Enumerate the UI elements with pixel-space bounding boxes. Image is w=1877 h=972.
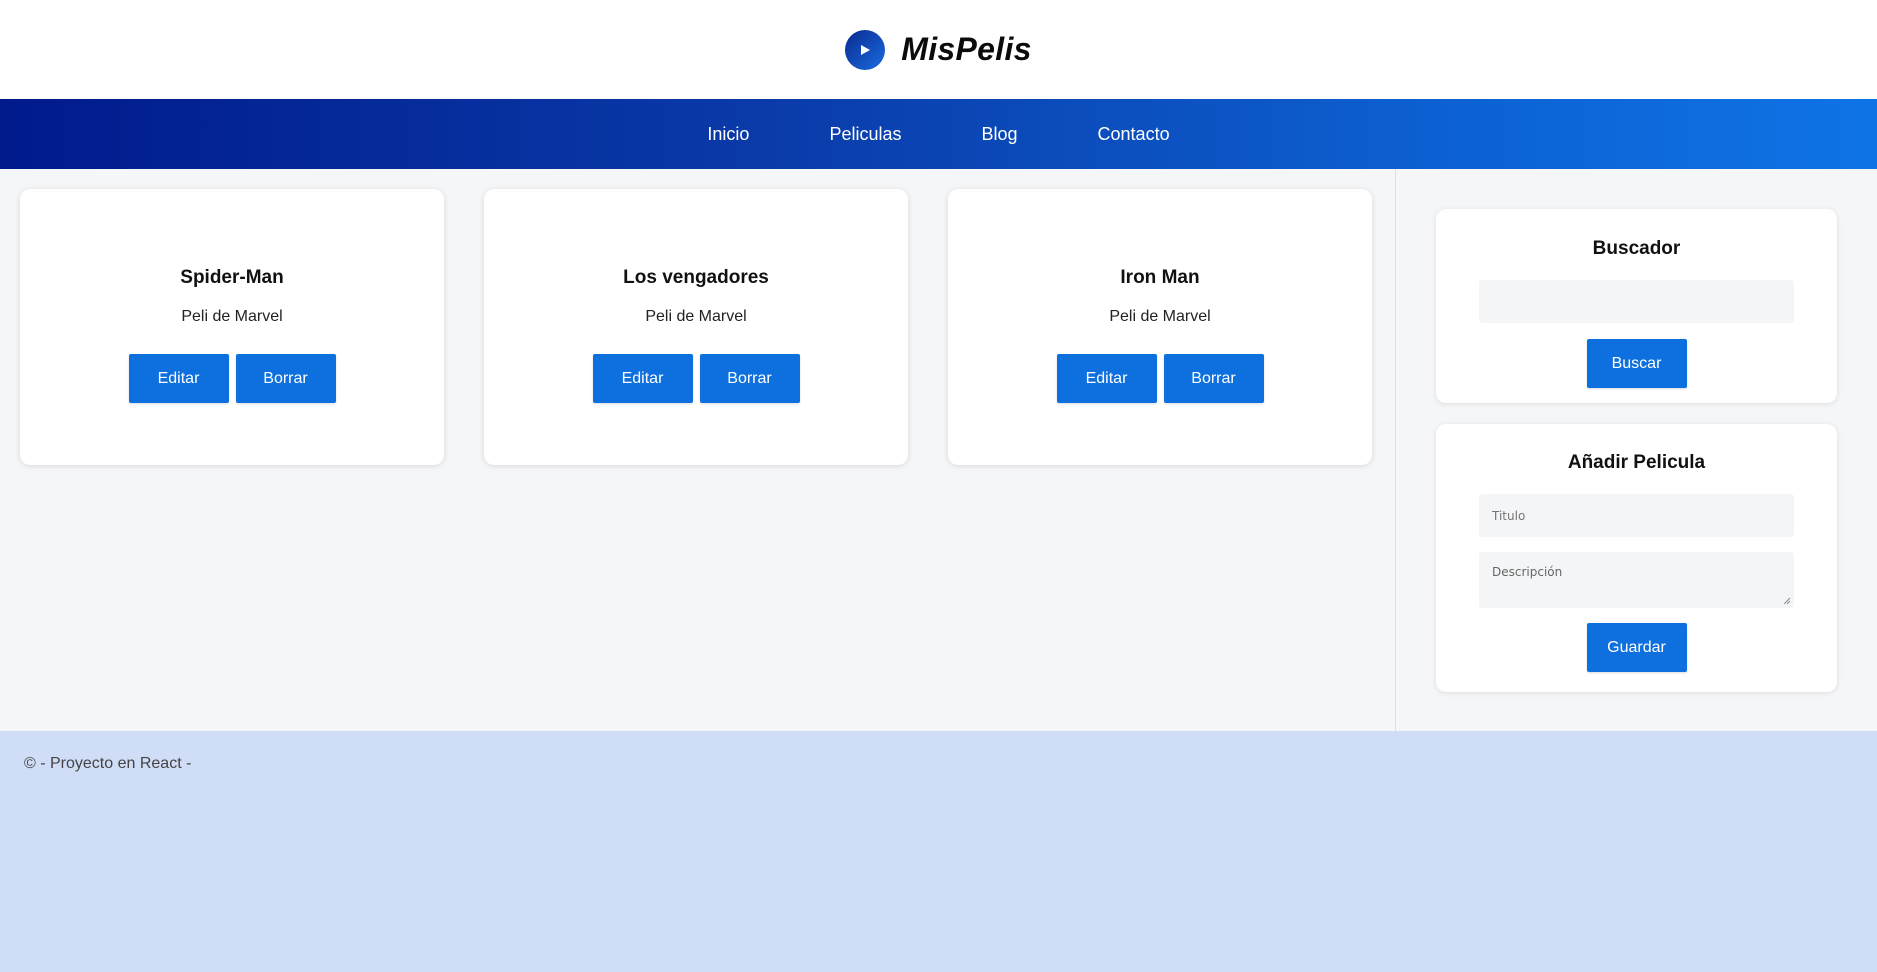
movie-description: Peli de Marvel — [1109, 308, 1211, 325]
edit-button[interactable]: Editar — [592, 354, 693, 403]
resize-grip-icon[interactable] — [1783, 597, 1791, 605]
search-button[interactable]: Buscar — [1586, 339, 1687, 388]
movie-description: Peli de Marvel — [181, 308, 283, 325]
movie-card: Iron Man Peli de Marvel Editar Borrar — [948, 189, 1372, 465]
movie-description: Peli de Marvel — [645, 308, 747, 325]
main-nav: Inicio Peliculas Blog Contacto — [0, 99, 1877, 169]
play-icon — [845, 29, 886, 70]
search-widget-title: Buscador — [1592, 238, 1681, 259]
nav-link-peliculas[interactable]: Peliculas — [829, 124, 901, 145]
content-area: Spider-Man Peli de Marvel Editar Borrar … — [0, 169, 1877, 731]
movie-title: Spider-Man — [180, 267, 284, 288]
site-footer: © - Proyecto en React - — [0, 731, 1877, 972]
movie-actions: Editar Borrar — [1056, 354, 1264, 403]
movie-title-input[interactable] — [1479, 494, 1794, 537]
nav-link-contacto[interactable]: Contacto — [1098, 124, 1170, 145]
movie-list: Spider-Man Peli de Marvel Editar Borrar … — [0, 169, 1395, 731]
movie-card: Spider-Man Peli de Marvel Editar Borrar — [20, 189, 444, 465]
delete-button[interactable]: Borrar — [699, 354, 800, 403]
site-header: MisPelis — [0, 0, 1877, 99]
movie-title: Los vengadores — [623, 267, 769, 288]
search-input[interactable] — [1479, 280, 1794, 323]
movie-card: Los vengadores Peli de Marvel Editar Bor… — [484, 189, 908, 465]
save-button[interactable]: Guardar — [1586, 623, 1687, 672]
delete-button[interactable]: Borrar — [235, 354, 336, 403]
movie-actions: Editar Borrar — [592, 354, 800, 403]
edit-button[interactable]: Editar — [1056, 354, 1157, 403]
description-placeholder: Descripción — [1492, 565, 1563, 579]
nav-link-inicio[interactable]: Inicio — [707, 124, 749, 145]
edit-button[interactable]: Editar — [128, 354, 229, 403]
movie-title: Iron Man — [1120, 267, 1200, 288]
nav-link-blog[interactable]: Blog — [982, 124, 1018, 145]
add-movie-widget-title: Añadir Pelicula — [1567, 452, 1706, 473]
footer-text: © - Proyecto en React - — [24, 755, 192, 772]
search-widget: Buscador Buscar — [1436, 209, 1837, 403]
movie-actions: Editar Borrar — [128, 354, 336, 403]
delete-button[interactable]: Borrar — [1163, 354, 1264, 403]
site-logo-text: MisPelis — [901, 31, 1032, 67]
sidebar: Buscador Buscar Añadir Pelicula Descripc… — [1396, 169, 1877, 731]
add-movie-widget: Añadir Pelicula Descripción Guardar — [1436, 424, 1837, 692]
movie-description-textarea[interactable]: Descripción — [1479, 552, 1794, 608]
